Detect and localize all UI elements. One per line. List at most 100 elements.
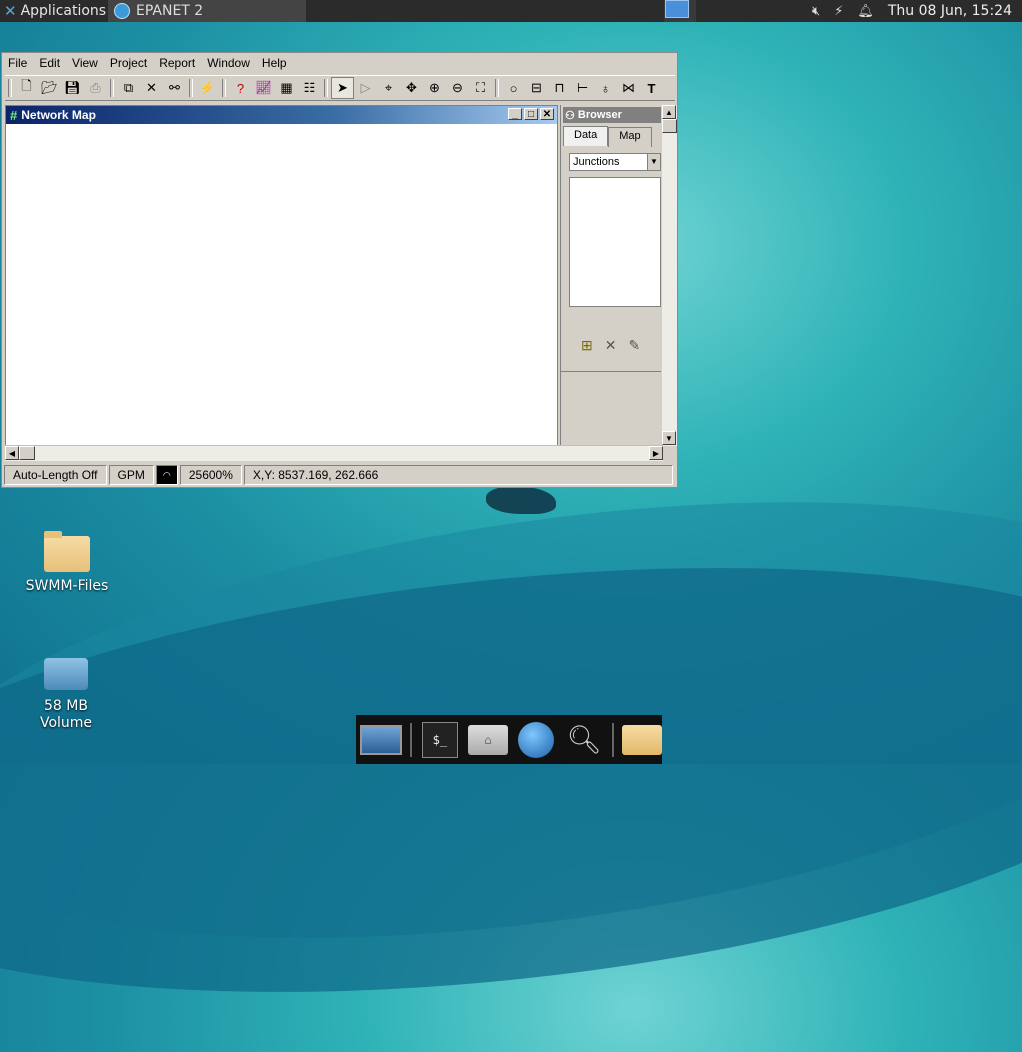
toolbar: 🗋︎ 📂︎ 💾︎ ⎙ ⧉ ✕ ⚯ ⚡ ? 📈︎ ▦ ☷ ➤ ▷ ⌖ ✥ ⊕ ⊖ … bbox=[5, 75, 675, 101]
select-vertex-icon[interactable]: ▷ bbox=[354, 77, 377, 99]
minimize-button[interactable]: _ bbox=[508, 108, 522, 120]
workspace-1[interactable] bbox=[665, 0, 689, 18]
auto-length-status[interactable]: Auto-Length Off bbox=[4, 465, 107, 485]
menu-edit[interactable]: Edit bbox=[33, 56, 66, 70]
dock: $_ ⌂ 🔍︎ bbox=[356, 715, 662, 764]
task-title: EPANET 2 bbox=[136, 3, 204, 19]
add-object-icon[interactable]: ⊞ bbox=[581, 337, 593, 354]
scroll-right-arrow[interactable]: ▶ bbox=[649, 446, 663, 460]
toolbar-separator bbox=[324, 79, 328, 97]
show-desktop-icon bbox=[360, 724, 402, 755]
horizontal-scroll-thumb[interactable] bbox=[19, 446, 35, 460]
junction-icon[interactable]: ○ bbox=[502, 77, 525, 99]
notification-bell-icon[interactable]: 🔔︎ bbox=[857, 4, 874, 19]
network-map-titlebar[interactable]: # Network Map _ □ ✕ bbox=[6, 106, 557, 124]
search-button[interactable]: 🔍︎ bbox=[564, 720, 604, 760]
browser-title: Browser bbox=[577, 109, 622, 121]
pump-icon[interactable]: ♁ bbox=[594, 77, 617, 99]
find-icon[interactable]: ⚯ bbox=[163, 77, 186, 99]
table-icon[interactable]: ▦ bbox=[275, 77, 298, 99]
power-icon[interactable]: ⚡ bbox=[834, 4, 843, 19]
xfce-mouse-logo bbox=[486, 486, 556, 514]
scroll-left-arrow[interactable]: ◀ bbox=[5, 446, 19, 460]
reservoir-icon[interactable]: ⊟ bbox=[525, 77, 548, 99]
chevron-down-icon[interactable]: ▼ bbox=[647, 154, 660, 170]
folder-icon bbox=[622, 724, 662, 755]
delete-object-icon[interactable]: ✕ bbox=[605, 337, 617, 354]
coordinates-status: X,Y: 8537.169, 262.666 bbox=[243, 465, 673, 485]
scroll-up-arrow[interactable]: ▲ bbox=[662, 105, 676, 119]
tab-data[interactable]: Data bbox=[563, 126, 609, 146]
terminal-button[interactable]: $_ bbox=[420, 720, 460, 760]
clock[interactable]: Thu 08 Jun, 15:24 bbox=[888, 3, 1012, 19]
vertical-scrollbar[interactable]: ▲ ▼ bbox=[662, 105, 677, 446]
open-icon[interactable]: 📂︎ bbox=[38, 77, 61, 99]
browser-tabs: Data Map bbox=[563, 126, 652, 147]
scroll-down-arrow[interactable]: ▼ bbox=[662, 431, 676, 445]
label-icon[interactable]: T bbox=[640, 77, 663, 99]
network-map-icon: # bbox=[10, 107, 18, 123]
folder-icon bbox=[44, 531, 90, 572]
taskbar-epanet-button[interactable]: EPANET 2 bbox=[108, 0, 306, 22]
graph-icon[interactable]: 📈︎ bbox=[252, 77, 275, 99]
browser-divider bbox=[561, 371, 661, 372]
vertical-scroll-thumb[interactable] bbox=[662, 119, 677, 133]
home-folder-button[interactable]: ⌂ bbox=[467, 720, 508, 760]
menu-file[interactable]: File bbox=[2, 56, 33, 70]
maximize-button[interactable]: □ bbox=[524, 108, 538, 120]
applications-label: Applications bbox=[20, 3, 107, 19]
volume-muted-icon[interactable]: 🔇︎ bbox=[812, 4, 820, 19]
browser-icon: ⚇ bbox=[565, 109, 575, 122]
copy-icon[interactable]: ⧉ bbox=[117, 77, 140, 99]
object-category-select[interactable]: Junctions ▼ bbox=[569, 153, 661, 171]
desktop-icon-label: SWMM-Files bbox=[25, 578, 109, 594]
toolbar-separator bbox=[189, 79, 193, 97]
status-bar: Auto-Length Off GPM ◠ 25600% X,Y: 8537.1… bbox=[4, 464, 675, 486]
select-object-icon[interactable]: ➤ bbox=[331, 77, 354, 99]
network-map-window[interactable]: # Network Map _ □ ✕ bbox=[5, 105, 558, 449]
menu-report[interactable]: Report bbox=[153, 56, 201, 70]
dock-separator bbox=[612, 722, 614, 757]
menu-window[interactable]: Window bbox=[201, 56, 256, 70]
network-map-title: Network Map bbox=[21, 108, 96, 122]
files-button[interactable] bbox=[622, 720, 662, 760]
menu-view[interactable]: View bbox=[66, 56, 104, 70]
edit-object-icon[interactable]: ✎ bbox=[628, 337, 640, 354]
zoom-in-icon[interactable]: ⊕ bbox=[423, 77, 446, 99]
tank-icon[interactable]: ⊓ bbox=[548, 77, 571, 99]
full-extent-icon[interactable]: ⛶ bbox=[469, 77, 492, 99]
print-icon[interactable]: ⎙ bbox=[84, 77, 107, 99]
query-icon[interactable]: ? bbox=[229, 77, 252, 99]
new-icon[interactable]: 🗋︎ bbox=[15, 77, 38, 99]
options-icon[interactable]: ☷ bbox=[298, 77, 321, 99]
menu-help[interactable]: Help bbox=[256, 56, 293, 70]
select-region-icon[interactable]: ⌖ bbox=[377, 77, 400, 99]
horizontal-scrollbar[interactable]: ◀ ▶ bbox=[5, 445, 663, 461]
valve-icon[interactable]: ⋈ bbox=[617, 77, 640, 99]
delete-icon[interactable]: ✕ bbox=[140, 77, 163, 99]
run-status-icon: ◠ bbox=[155, 465, 178, 485]
pipe-icon[interactable]: ⊢ bbox=[571, 77, 594, 99]
pan-icon[interactable]: ✥ bbox=[400, 77, 423, 99]
close-button[interactable]: ✕ bbox=[540, 108, 554, 120]
zoom-out-icon[interactable]: ⊖ bbox=[446, 77, 469, 99]
browser-titlebar[interactable]: ⚇ Browser bbox=[563, 107, 661, 123]
home-folder-icon: ⌂ bbox=[467, 724, 508, 755]
flow-units-status: GPM bbox=[108, 465, 154, 485]
show-desktop-button[interactable] bbox=[360, 720, 402, 760]
object-list[interactable] bbox=[569, 177, 661, 307]
workspace-switcher[interactable] bbox=[664, 0, 696, 22]
toolbar-separator bbox=[495, 79, 499, 97]
run-icon[interactable]: ⚡ bbox=[196, 77, 219, 99]
tab-map[interactable]: Map bbox=[608, 127, 652, 147]
web-browser-button[interactable] bbox=[516, 720, 556, 760]
caption-buttons: _ □ ✕ bbox=[508, 108, 554, 120]
epanet-app-icon bbox=[114, 3, 130, 19]
desktop-icon-swmm-files[interactable]: SWMM-Files bbox=[12, 531, 122, 594]
menu-project[interactable]: Project bbox=[104, 56, 153, 70]
toolbar-separator bbox=[110, 79, 114, 97]
save-icon[interactable]: 💾︎ bbox=[61, 77, 84, 99]
menu-bar: File Edit View Project Report Window Hel… bbox=[2, 53, 677, 73]
epanet-window: File Edit View Project Report Window Hel… bbox=[1, 52, 678, 488]
desktop-icon-volume[interactable]: 58 MB Volume bbox=[11, 658, 121, 732]
